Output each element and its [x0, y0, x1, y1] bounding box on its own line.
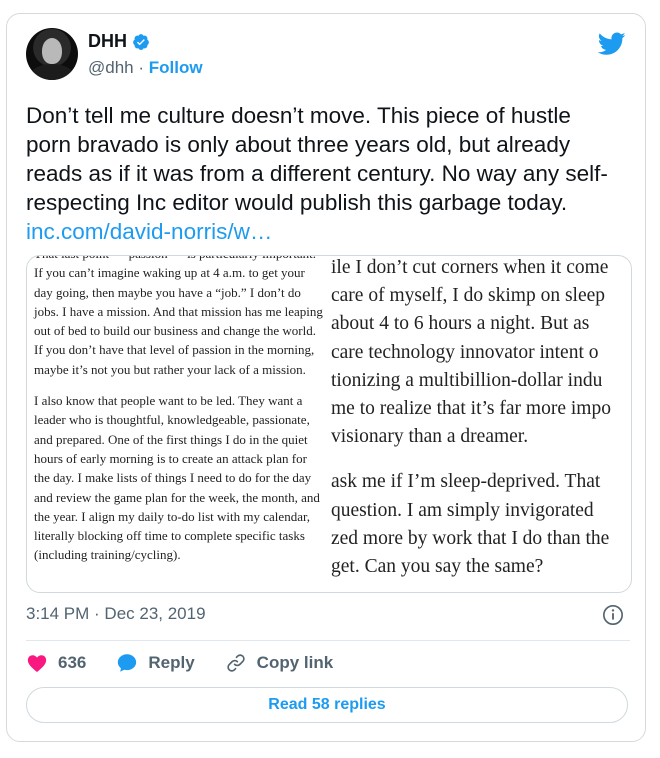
avatar-face	[42, 38, 62, 64]
twitter-bird-icon[interactable]	[598, 32, 626, 56]
media-right-line: about 4 to 6 hours a night. But as	[331, 313, 590, 335]
media-right-line: tionizing a multibillion-dollar indu	[331, 369, 603, 391]
reply-label: Reply	[148, 653, 195, 672]
media-image-left[interactable]: That last point — passion — is particula…	[27, 256, 325, 592]
tweet-link[interactable]: inc.com/david-norris/w…	[26, 217, 616, 246]
media-right-paragraph-1: ile I don’t cut corners when it come car…	[331, 256, 621, 451]
tweet-body: Don’t tell me culture doesn’t move. This…	[26, 103, 608, 215]
read-replies-button[interactable]: Read 58 replies	[26, 687, 628, 723]
media-right-line: me to realize that it’s far more impo	[331, 398, 611, 420]
media-right-line: care of myself, I do skimp on sleep	[331, 285, 606, 307]
copy-link-button[interactable]: Copy link	[225, 652, 334, 674]
media-right-line: ile I don’t cut corners when it come	[331, 257, 609, 278]
media-left-paragraph-2: I also know that people want to be led. …	[34, 393, 320, 563]
media-left-paragraph-1: That last point — passion — is particula…	[34, 256, 323, 377]
author-name-row: DHH	[88, 31, 150, 52]
tweet-timestamp[interactable]: 3:14 PM · Dec 23, 2019	[26, 604, 206, 624]
link-icon	[226, 654, 245, 672]
reply-bubble-icon	[118, 654, 137, 672]
like-count: 636	[58, 653, 87, 672]
media-right-line: ask me if I’m sleep-deprived. That	[331, 471, 601, 493]
follow-link[interactable]: Follow	[149, 58, 203, 77]
media-right-line: zed more by work that I do than the	[331, 527, 610, 549]
verified-badge-icon	[133, 33, 149, 50]
author-name[interactable]: DHH	[88, 31, 127, 52]
media-right-text: ile I don’t cut corners when it come car…	[331, 256, 621, 592]
avatar[interactable]	[26, 28, 78, 80]
media-image-right[interactable]: ile I don’t cut corners when it come car…	[327, 256, 631, 592]
tweet-actions: 636 Reply Copy link	[26, 651, 363, 675]
avatar-shoulders	[30, 64, 74, 80]
heart-icon	[27, 655, 47, 672]
copy-link-label: Copy link	[256, 653, 334, 672]
tweet-media[interactable]: That last point — passion — is particula…	[26, 255, 632, 593]
tweet-text: Don’t tell me culture doesn’t move. This…	[26, 101, 616, 246]
info-icon[interactable]	[602, 604, 624, 626]
media-right-line: visionary than a dreamer.	[331, 426, 529, 448]
like-button[interactable]: 636	[26, 652, 86, 674]
media-right-line: care technology innovator intent o	[331, 341, 599, 363]
action-separator	[26, 640, 630, 641]
reply-button[interactable]: Reply	[116, 652, 195, 674]
media-right-line: get. Can you say the same?	[331, 556, 544, 578]
media-right-line: question. I am simply invigorated	[331, 499, 594, 521]
media-left-text: That last point — passion — is particula…	[34, 256, 324, 577]
handle-separator: ·	[138, 58, 145, 77]
author-handle[interactable]: @dhh	[88, 58, 134, 77]
author-handle-row: @dhh · Follow	[88, 58, 203, 78]
media-right-paragraph-2: ask me if I’m sleep-deprived. That quest…	[331, 468, 621, 581]
